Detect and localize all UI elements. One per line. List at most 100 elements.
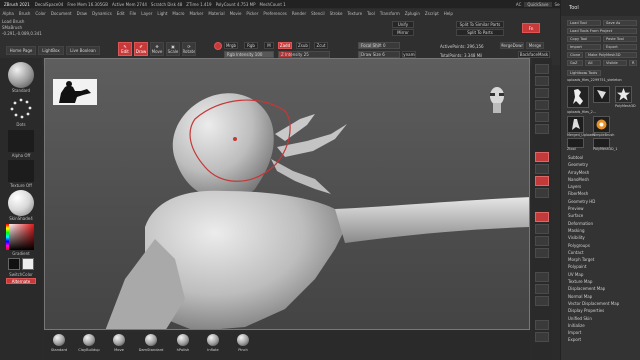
brush-pinch[interactable]: Pinch — [230, 334, 256, 352]
uv-map-item[interactable]: UV Map — [566, 271, 636, 278]
mirror-button[interactable]: Mirror — [392, 29, 414, 36]
tool-thumb-polymesh[interactable] — [593, 86, 610, 103]
color-picker[interactable] — [8, 224, 34, 250]
polygroups-item[interactable]: Polygroups — [566, 242, 636, 249]
split-parts-button[interactable]: Split To Parts — [456, 29, 504, 36]
alpha-off-swatch[interactable] — [8, 130, 34, 152]
initialize-item[interactable]: Initialize — [566, 322, 636, 329]
menu-stroke[interactable]: Stroke — [327, 11, 345, 16]
live-boolean-button[interactable]: Live Boolean — [66, 46, 100, 55]
rgb-intensity-slider[interactable]: Rgb Intensity 100 — [224, 51, 274, 58]
backface-mask-button[interactable]: BackfaceMask — [518, 51, 550, 58]
layers-item[interactable]: Layers — [566, 183, 636, 190]
nanomesh-item[interactable]: NanoMesh — [566, 176, 636, 183]
menu-transform[interactable]: Transform — [377, 11, 402, 16]
brush-inflate[interactable]: Inflate — [200, 334, 226, 352]
contact-item[interactable]: Contact — [566, 249, 636, 256]
brush-move[interactable]: Move — [106, 334, 132, 352]
unify-button[interactable]: Unify — [392, 21, 414, 28]
display-properties-item[interactable]: Display Properties — [566, 307, 636, 314]
xpose-button[interactable] — [535, 332, 549, 342]
main-color-swatch[interactable] — [8, 258, 20, 270]
geometry-hd-item[interactable]: Geometry HD — [566, 198, 636, 205]
line-fill-button[interactable] — [535, 272, 549, 282]
z-intensity-slider[interactable]: Z Intensity 25 — [278, 51, 330, 58]
deformation-item[interactable]: Deformation — [566, 220, 636, 227]
m-button[interactable]: M — [264, 42, 274, 49]
mrgb-button[interactable]: Mrgb — [224, 42, 238, 49]
tool-palette-header[interactable]: Tool — [561, 0, 640, 16]
home-page-button[interactable]: Home Page — [6, 46, 36, 55]
dynamic-button[interactable]: Dynamic — [402, 51, 416, 58]
menu-zscript[interactable]: Zscript — [422, 11, 441, 16]
tool-thumb-simplebrush[interactable] — [593, 116, 610, 133]
menu-render[interactable]: Render — [289, 11, 308, 16]
displacement-map-item[interactable]: Displacement Map — [566, 285, 636, 292]
menu-texture[interactable]: Texture — [345, 11, 365, 16]
menu-stencil[interactable]: Stencil — [309, 11, 328, 16]
menu-macro[interactable]: Macro — [170, 11, 187, 16]
visibility-item[interactable]: Visibility — [566, 234, 636, 241]
persp-button[interactable] — [535, 152, 549, 162]
actual-button[interactable] — [535, 112, 549, 122]
switch-color-label[interactable]: SwitchColor — [0, 272, 42, 277]
solo-button[interactable] — [535, 320, 549, 330]
quicksave-button[interactable]: QuickSave — [524, 1, 552, 7]
color-swatch[interactable] — [214, 42, 222, 50]
draw-size-slider[interactable]: Draw Size 6 — [358, 51, 400, 58]
morph-target-item[interactable]: Morph Target — [566, 256, 636, 263]
zoom-button[interactable] — [535, 100, 549, 110]
menu-zplugin[interactable]: Zplugin — [402, 11, 422, 16]
import-item[interactable]: Import — [566, 329, 636, 336]
sculpt-model[interactable] — [45, 59, 530, 330]
clone-button[interactable]: Clone — [567, 52, 583, 58]
export-item[interactable]: Export — [566, 336, 636, 343]
scroll-button[interactable] — [535, 88, 549, 98]
save-as-button[interactable]: Save As — [603, 20, 637, 26]
draw-button[interactable]: ✐ Draw — [134, 42, 148, 56]
move-button[interactable]: ✥ Move — [150, 42, 164, 56]
lightbox-tools-button[interactable]: Lightbox▸ Tools — [567, 70, 601, 76]
menu-document[interactable]: Document — [48, 11, 74, 16]
unified-skin-item[interactable]: Unified Skin — [566, 315, 636, 322]
fn-button[interactable]: Fn — [522, 23, 540, 33]
rotate-view-button[interactable] — [535, 248, 549, 258]
preview-item[interactable]: Preview — [566, 205, 636, 212]
menu-help[interactable]: Help — [441, 11, 455, 16]
make-polymesh-button[interactable]: Make PolyMesh3D — [585, 52, 637, 58]
load-tools-from-project-button[interactable]: Load Tools From Project — [567, 28, 637, 34]
bpr-button[interactable] — [535, 64, 549, 74]
paste-tool-button[interactable]: Paste Tool — [603, 36, 637, 42]
goz-button[interactable]: GoZ — [567, 60, 583, 66]
zoom3d-button[interactable] — [535, 236, 549, 246]
tool-thumb-star[interactable] — [615, 86, 632, 103]
lsym-button[interactable] — [535, 188, 549, 198]
ac-button[interactable]: AC — [513, 2, 524, 7]
menu-light[interactable]: Light — [155, 11, 170, 16]
move-view-button[interactable] — [535, 224, 549, 234]
arraymesh-item[interactable]: ArrayMesh — [566, 169, 636, 176]
brush-damstandard[interactable]: DamStandard — [138, 334, 164, 352]
fibermesh-item[interactable]: FiberMesh — [566, 190, 636, 197]
menu-tool[interactable]: Tool — [365, 11, 378, 16]
zsub-button[interactable]: Zsub — [296, 42, 310, 49]
menu-brush[interactable]: Brush — [16, 11, 33, 16]
menu-preferences[interactable]: Preferences — [261, 11, 290, 16]
tool-thumb-skeleton[interactable] — [567, 86, 589, 108]
brush-hpolish[interactable]: hPolish — [170, 334, 196, 352]
frame-button[interactable] — [535, 212, 549, 222]
menu-material[interactable]: Material — [206, 11, 227, 16]
lightbox-button[interactable]: LightBox — [38, 46, 64, 55]
ghost-button[interactable] — [535, 296, 549, 306]
load-tool-button[interactable]: Load Tool — [567, 20, 601, 26]
material-sphere-icon[interactable] — [8, 190, 34, 216]
zadd-button[interactable]: Zadd — [278, 42, 292, 49]
import-button[interactable]: Import — [567, 44, 601, 50]
copy-tool-button[interactable]: Copy Tool — [567, 36, 601, 42]
secondary-color-swatch[interactable] — [22, 258, 34, 270]
transp-button[interactable] — [535, 284, 549, 294]
merge-button[interactable]: Merge — [526, 42, 544, 49]
visible-button[interactable]: Visible — [603, 60, 627, 66]
menu-alpha[interactable]: Alpha — [0, 11, 16, 16]
surface-item[interactable]: Surface — [566, 212, 636, 219]
